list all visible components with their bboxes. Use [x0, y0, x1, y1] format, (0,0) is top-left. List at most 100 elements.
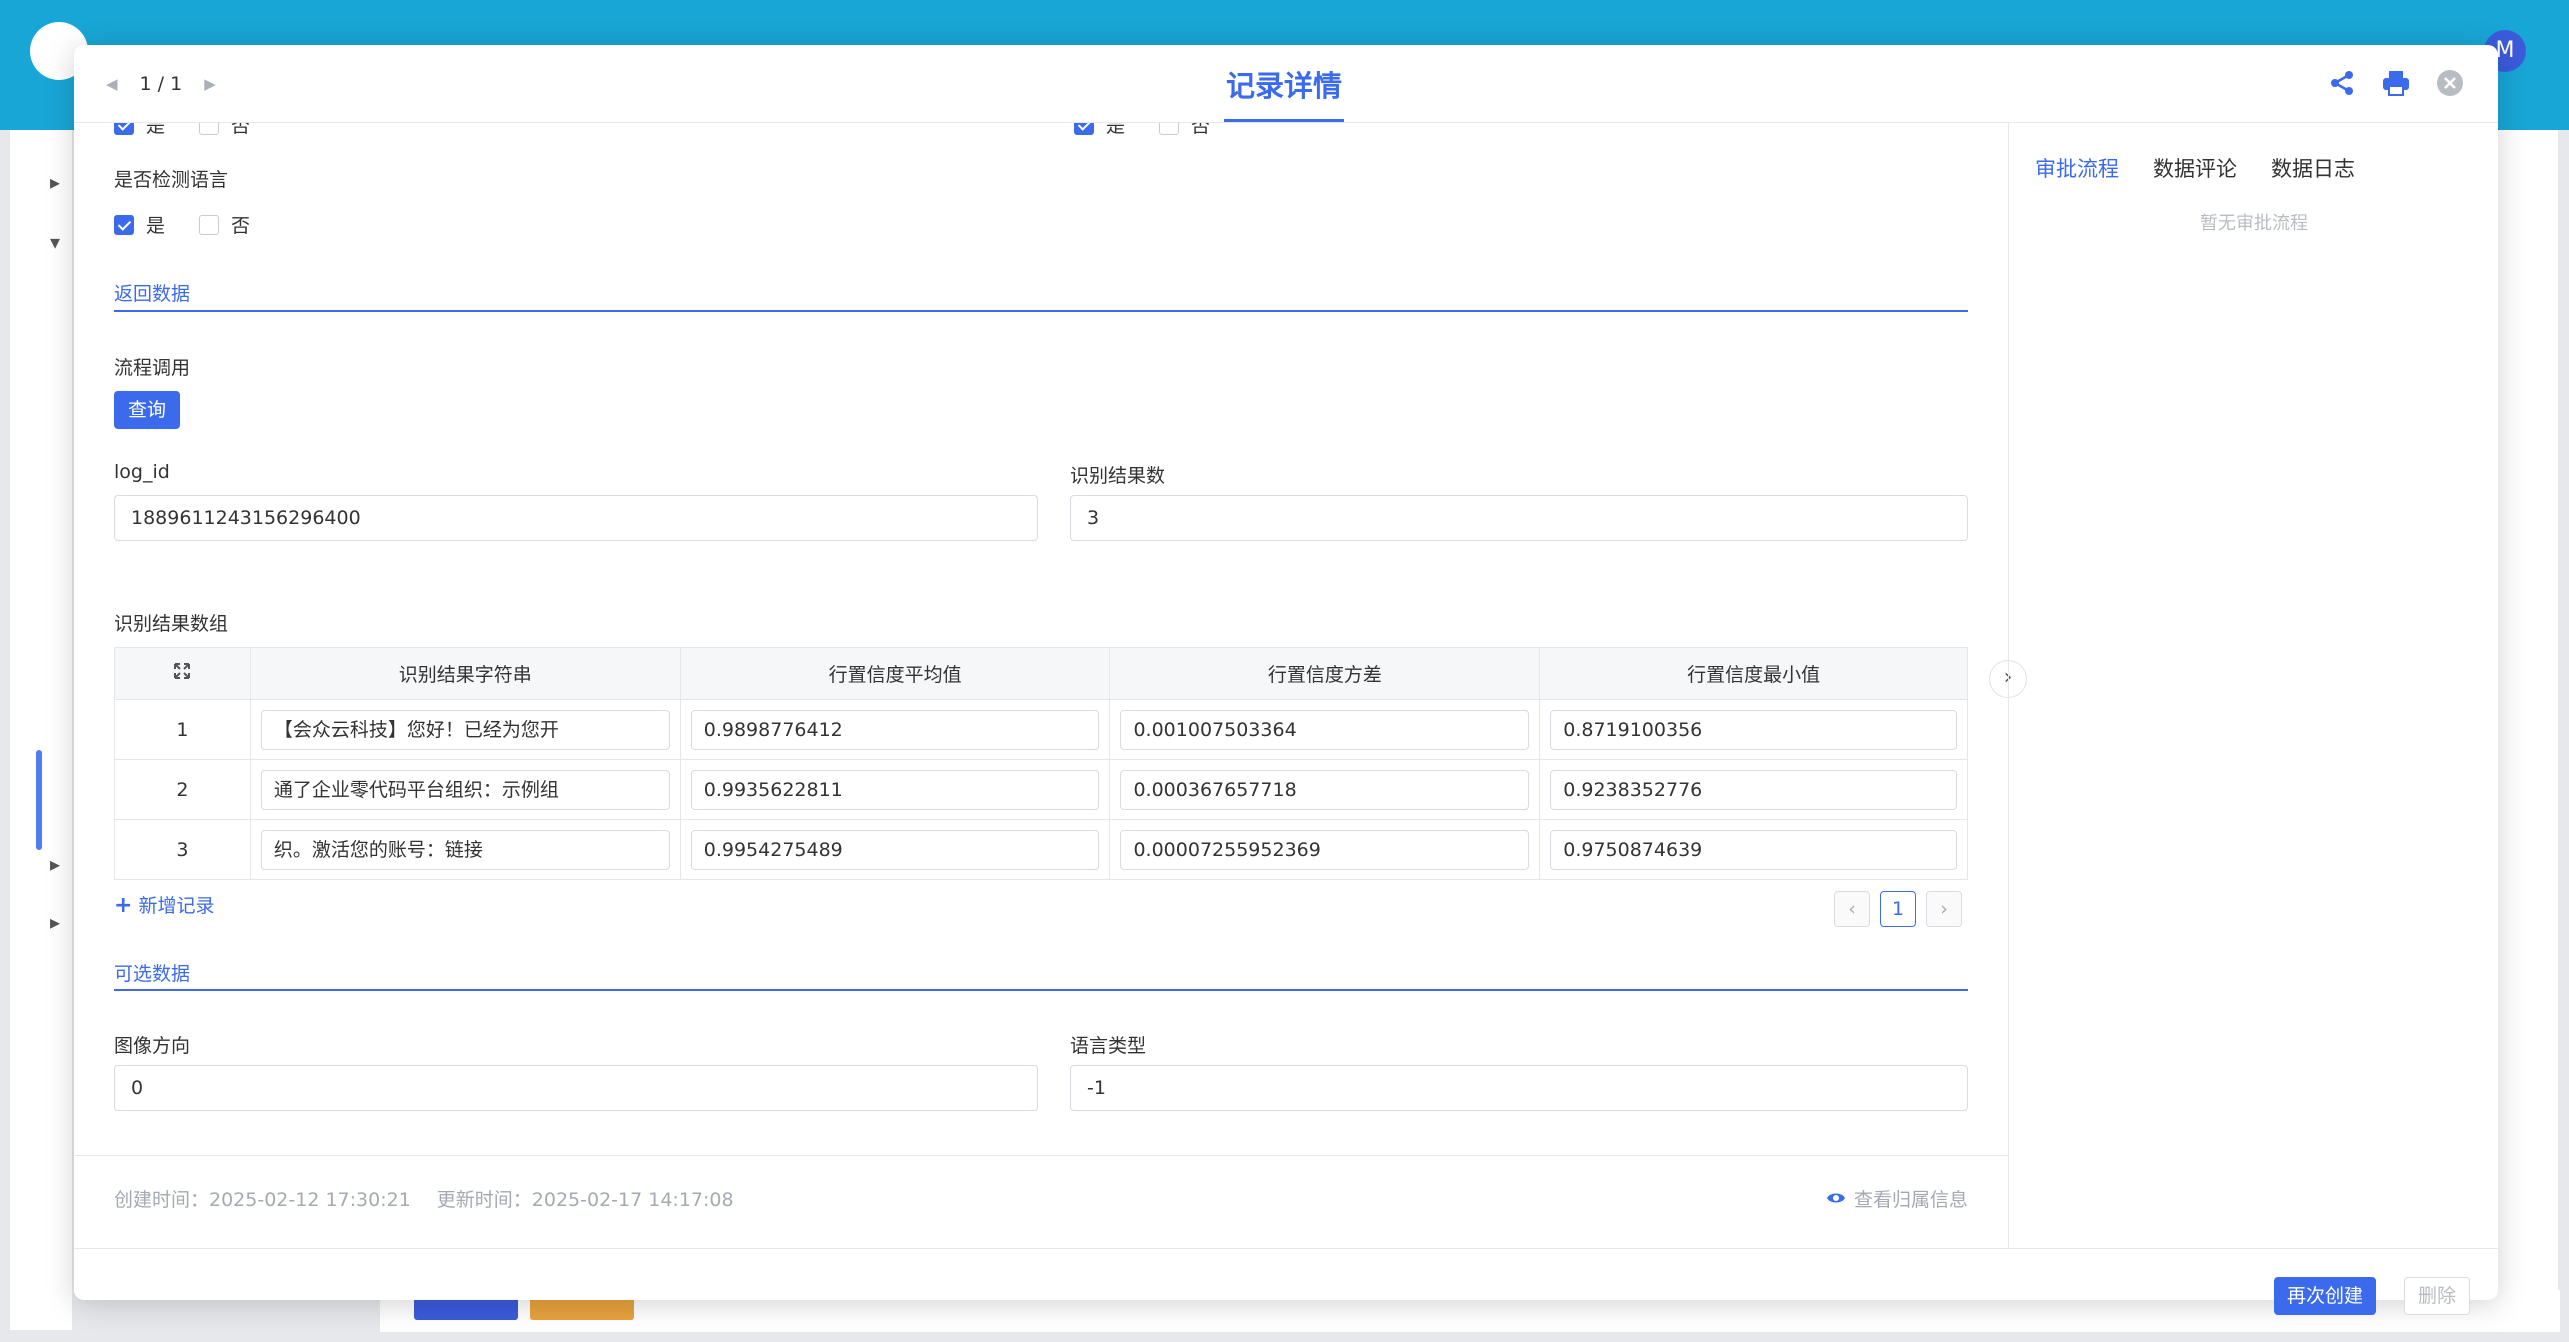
right-panel-tabs: 审批流程 数据评论 数据日志	[2035, 153, 2355, 183]
flow-call-label: 流程调用	[114, 357, 191, 379]
view-owner-link[interactable]: 查看归属信息	[1826, 1185, 1968, 1212]
app-right-area	[2490, 130, 2558, 1330]
add-record-label: 新增记录	[138, 895, 215, 917]
language-type-field[interactable]: -1	[1070, 1065, 1968, 1111]
checkbox-label: 是	[146, 123, 166, 137]
modal-footer: 再次创建 删除	[74, 1248, 2498, 1315]
record-meta: 创建时间：2025-02-12 17:30:21 更新时间：2025-02-17…	[114, 1185, 734, 1212]
add-record-button[interactable]: + 新增记录	[114, 891, 215, 918]
print-icon[interactable]	[2380, 67, 2412, 99]
column-header: 行置信度方差	[1109, 647, 1541, 700]
checkbox-label: 是	[1106, 123, 1126, 137]
cell-avg: 0.9898776412	[680, 699, 1111, 760]
checkbox-no[interactable]	[199, 214, 220, 235]
plus-icon: +	[114, 893, 133, 918]
var-input[interactable]: 0.000367657718	[1120, 769, 1530, 810]
table-row: 1 【会众云科技】您好！已经为您开 0.9898776412 0.0010075…	[114, 699, 1968, 760]
cell-text: 通了企业零代码平台组织：示例组	[250, 759, 681, 820]
expand-arrow-icon[interactable]: ▸	[50, 852, 60, 876]
avg-input[interactable]: 0.9898776412	[690, 709, 1100, 750]
column-header: 行置信度最小值	[1539, 647, 1968, 700]
next-page-icon[interactable]: ›	[1926, 891, 1962, 927]
text-input[interactable]: 通了企业零代码平台组织：示例组	[260, 769, 670, 810]
cell-min: 0.8719100356	[1539, 699, 1968, 760]
checkbox-label: 否	[231, 215, 251, 237]
checkbox-no[interactable]	[1159, 123, 1180, 135]
tab-approval[interactable]: 审批流程	[2035, 153, 2119, 183]
form-area: 是 否 是 否 是否检测语言 是 否 返回数据 流程调用 查询 log_id 1…	[74, 123, 2008, 1248]
var-input[interactable]: 0.00007255952369	[1120, 829, 1530, 870]
checkbox-yes[interactable]	[114, 214, 134, 235]
cell-var: 0.000367657718	[1109, 759, 1541, 820]
share-icon[interactable]	[2326, 67, 2358, 99]
column-header: 识别结果字符串	[250, 647, 681, 700]
page-number[interactable]: 1	[1880, 891, 1916, 927]
language-type-label: 语言类型	[1070, 1035, 1147, 1057]
cell-var: 0.001007503364	[1109, 699, 1541, 760]
min-input[interactable]: 0.9238352776	[1550, 769, 1957, 810]
cell-text: 【会众云科技】您好！已经为您开	[250, 699, 681, 760]
delete-button[interactable]: 删除	[2404, 1277, 2470, 1315]
checkbox-yes[interactable]	[114, 123, 134, 135]
text-input[interactable]: 织。激活您的账号：链接	[260, 829, 670, 870]
app-sidebar: ▸ ▾ ▸ ▸	[10, 130, 72, 1330]
min-input[interactable]: 0.8719100356	[1550, 709, 1957, 750]
checkbox-label: 否	[1191, 123, 1211, 137]
meta-divider	[74, 1155, 2008, 1156]
cell-min: 0.9750874639	[1539, 819, 1968, 880]
section-title-optional: 可选数据	[114, 963, 191, 985]
cell-min: 0.9238352776	[1539, 759, 1968, 820]
log-id-field[interactable]: 1889611243156296400	[114, 495, 1038, 541]
prev-record-icon[interactable]: ◀	[106, 75, 118, 93]
result-count-label: 识别结果数	[1070, 465, 1166, 487]
checkbox-label: 否	[231, 123, 251, 137]
tab-comments[interactable]: 数据评论	[2153, 153, 2237, 183]
section-divider	[114, 989, 1968, 991]
table-row: 3 织。激活您的账号：链接 0.9954275489 0.00007255952…	[114, 819, 1968, 880]
image-direction-label: 图像方向	[114, 1035, 191, 1057]
checkbox-yes[interactable]	[1074, 123, 1094, 135]
section-divider	[114, 310, 1968, 312]
table-row: 2 通了企业零代码平台组织：示例组 0.9935622811 0.0003676…	[114, 759, 1968, 820]
empty-approval-text: 暂无审批流程	[2200, 213, 2308, 234]
cell-text: 织。激活您的账号：链接	[250, 819, 681, 880]
expand-arrow-icon[interactable]: ▸	[50, 170, 60, 194]
recreate-button[interactable]: 再次创建	[2274, 1277, 2376, 1315]
collapse-arrow-icon[interactable]: ▾	[50, 230, 60, 254]
avg-input[interactable]: 0.9935622811	[690, 769, 1100, 810]
result-count-field[interactable]: 3	[1070, 495, 1968, 541]
section-title-return: 返回数据	[114, 283, 191, 305]
min-input[interactable]: 0.9750874639	[1550, 829, 1957, 870]
pager-text: 1 / 1	[139, 73, 183, 95]
query-button[interactable]: 查询	[114, 391, 180, 429]
updated-time: 更新时间：2025-02-17 14:17:08	[436, 1189, 734, 1211]
table-pagination: ‹ 1 ›	[1834, 891, 1962, 927]
detect-language-label: 是否检测语言	[114, 169, 229, 191]
prev-page-icon[interactable]: ‹	[1834, 891, 1870, 927]
next-record-icon[interactable]: ▶	[204, 75, 216, 93]
avg-input[interactable]: 0.9954275489	[690, 829, 1100, 870]
cell-avg: 0.9935622811	[680, 759, 1111, 820]
result-array-table: 识别结果字符串 行置信度平均值 行置信度方差 行置信度最小值 1 【会众云科技】…	[114, 647, 1968, 880]
var-input[interactable]: 0.001007503364	[1120, 709, 1530, 750]
image-direction-field[interactable]: 0	[114, 1065, 1038, 1111]
cell-avg: 0.9954275489	[680, 819, 1111, 880]
right-panel: 审批流程 数据评论 数据日志 暂无审批流程	[2008, 123, 2498, 1248]
tab-log[interactable]: 数据日志	[2271, 153, 2355, 183]
checkbox-group-top-left: 是 否	[114, 123, 250, 138]
checkbox-label: 是	[146, 215, 166, 237]
column-header: 行置信度平均值	[680, 647, 1111, 700]
result-array-label: 识别结果数组	[114, 613, 229, 635]
modal-header: ◀ 1 / 1 ▶ 记录详情	[74, 45, 2498, 123]
close-icon[interactable]	[2434, 67, 2466, 99]
checkbox-no[interactable]	[199, 123, 220, 135]
fullscreen-icon[interactable]	[114, 647, 251, 700]
eye-icon	[1826, 1188, 1846, 1210]
header-actions	[2326, 67, 2466, 99]
created-time: 创建时间：2025-02-12 17:30:21	[114, 1189, 411, 1211]
cell-var: 0.00007255952369	[1109, 819, 1541, 880]
text-input[interactable]: 【会众云科技】您好！已经为您开	[260, 709, 670, 750]
row-index: 1	[114, 699, 251, 760]
expand-arrow-icon[interactable]: ▸	[50, 910, 60, 934]
record-pager: ◀ 1 / 1 ▶	[106, 73, 216, 95]
